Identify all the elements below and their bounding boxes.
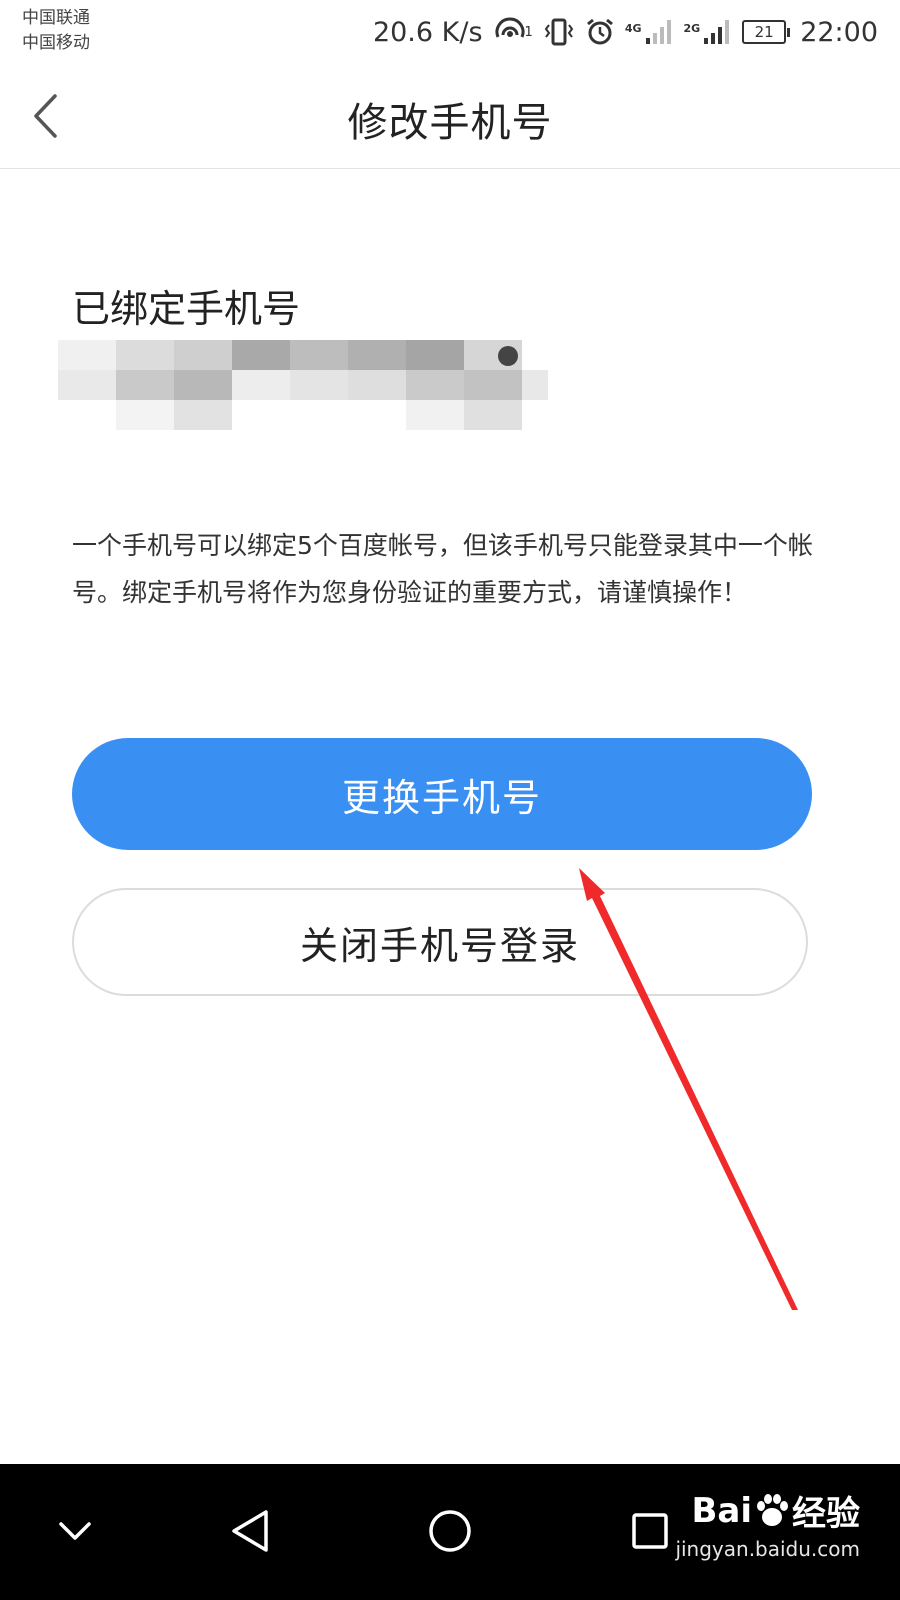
carrier-2: 中国移动 (22, 33, 90, 53)
change-phone-button[interactable]: 更换手机号 (72, 738, 812, 850)
vibrate-icon (543, 17, 575, 47)
binding-notice: 一个手机号可以绑定5个百度帐号，但该手机号只能登录其中一个帐号。绑定手机号将作为… (72, 531, 813, 607)
close-phone-login-button[interactable]: 关闭手机号登录 (72, 888, 808, 996)
baidu-jingyan-watermark: Bai 经验 jingyan.baidu.com (675, 1486, 860, 1562)
signal-2g-label: 2G (683, 22, 701, 35)
signal-2g-icon: 2G (684, 18, 733, 46)
battery-icon: 21 (742, 20, 791, 44)
alarm-icon (585, 17, 615, 47)
watermark-brand-left: Bai (691, 1490, 752, 1531)
back-triangle-icon (232, 1510, 268, 1552)
clock: 22:00 (800, 16, 878, 48)
status-indicators: 20.6 K/s 1 4G 2G 21 22:00 (373, 10, 878, 54)
paw-icon (757, 1493, 788, 1526)
battery-level: 21 (742, 20, 787, 44)
status-bar: 中国联通 中国移动 20.6 K/s 1 4G 2G 21 22:00 (0, 0, 900, 64)
watermark-brand-right: 经验 (792, 1494, 860, 1534)
hide-nav-button[interactable] (30, 1486, 120, 1576)
hotspot-icon: 1 (493, 15, 533, 49)
hotspot-count: 1 (524, 24, 533, 40)
nav-back-button[interactable] (205, 1486, 295, 1576)
carrier-1: 中国联通 (22, 8, 90, 28)
home-circle-icon (429, 1510, 471, 1552)
carrier-info: 中国联通 中国移动 (22, 6, 90, 56)
network-speed: 20.6 K/s (372, 16, 483, 48)
recents-square-icon (632, 1513, 668, 1549)
signal-4g-label: 4G (624, 22, 642, 35)
chevron-down-icon (59, 1522, 91, 1540)
watermark-url: jingyan.baidu.com (675, 1537, 860, 1561)
app-header: 修改手机号 (0, 64, 900, 169)
page-title: 修改手机号 (347, 100, 553, 146)
signal-4g-icon: 4G (625, 18, 674, 46)
bound-phone-label: 已绑定手机号 (72, 287, 301, 331)
masked-phone-number (58, 340, 548, 430)
system-nav-bar: Bai 经验 jingyan.baidu.com (0, 1464, 900, 1600)
nav-home-button[interactable] (405, 1486, 495, 1576)
